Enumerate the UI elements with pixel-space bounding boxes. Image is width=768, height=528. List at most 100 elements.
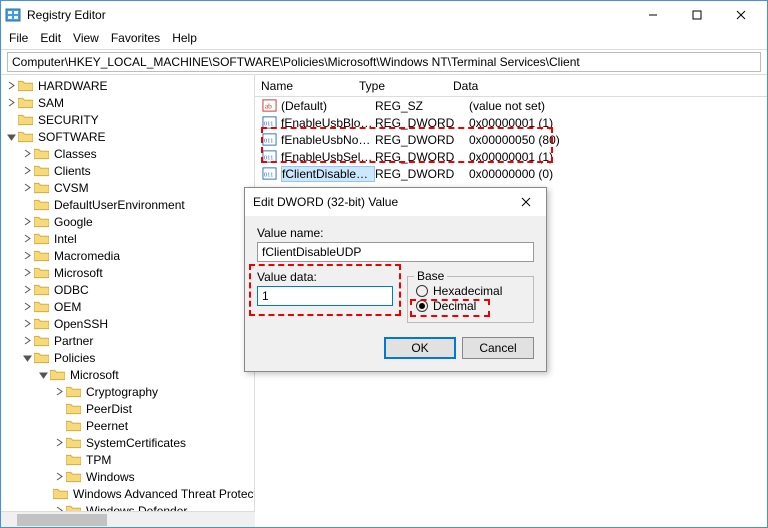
tree-google[interactable]: Google (21, 213, 254, 230)
dialog-buttons: OK Cancel (245, 327, 546, 371)
value-data-input[interactable] (257, 286, 393, 306)
window-title: Registry Editor (27, 8, 631, 22)
value-data: 0x00000000 (0) (469, 167, 765, 181)
svg-text:011: 011 (263, 154, 273, 161)
minimize-button[interactable] (631, 1, 675, 29)
folder-icon (33, 317, 49, 331)
folder-icon (33, 266, 49, 280)
tree-cvsm[interactable]: CVSM (21, 179, 254, 196)
tree-security[interactable]: SECURITY (5, 111, 254, 128)
menu-edit[interactable]: Edit (40, 31, 61, 45)
folder-icon (17, 113, 33, 127)
folder-icon (33, 164, 49, 178)
string-value-icon: ab (261, 98, 277, 114)
folder-icon (65, 402, 81, 416)
folder-icon (65, 436, 81, 450)
tree-pane[interactable]: HARDWARE SAM SECURITY SOFTWARE Classes C… (1, 75, 255, 511)
value-row[interactable]: 011fEnableUsbBloc...REG_DWORD0x00000001 … (257, 114, 765, 131)
tree-syscert[interactable]: SystemCertificates (53, 434, 254, 451)
folder-icon (65, 385, 81, 399)
tree-sam[interactable]: SAM (5, 94, 254, 111)
close-button[interactable] (719, 1, 763, 29)
address-bar (1, 49, 767, 75)
dialog-body: Value name: Value data: Base Hexadecimal… (245, 216, 546, 327)
maximize-button[interactable] (675, 1, 719, 29)
tree-scrollbar-horizontal[interactable] (1, 511, 255, 527)
folder-icon (33, 198, 49, 212)
tree-intel[interactable]: Intel (21, 230, 254, 247)
tree-oem[interactable]: OEM (21, 298, 254, 315)
value-name: fClientDisableUDP (281, 166, 375, 182)
cancel-button[interactable]: Cancel (462, 337, 534, 359)
tree-policies[interactable]: Policies (21, 349, 254, 366)
tree-windows[interactable]: Windows (53, 468, 254, 485)
header-name[interactable]: Name (261, 79, 359, 93)
regedit-icon (5, 7, 21, 23)
tree-macromedia[interactable]: Macromedia (21, 247, 254, 264)
tree-partner[interactable]: Partner (21, 332, 254, 349)
value-row[interactable]: 011fEnableUsbNoA...REG_DWORD0x00000050 (… (257, 131, 765, 148)
value-row[interactable]: 011fClientDisableUDPREG_DWORD0x00000000 … (257, 165, 765, 182)
header-type[interactable]: Type (359, 79, 453, 93)
registry-editor-window: Registry Editor File Edit View Favorites… (0, 0, 768, 528)
svg-text:ab: ab (264, 101, 271, 110)
folder-icon (17, 130, 33, 144)
svg-text:011: 011 (263, 171, 273, 178)
radio-hexadecimal[interactable]: Hexadecimal (416, 284, 525, 298)
menu-help[interactable]: Help (172, 31, 197, 45)
window-controls (631, 1, 763, 29)
radio-icon (416, 285, 428, 297)
value-type: REG_DWORD (375, 133, 469, 147)
scrollbar-thumb[interactable] (17, 514, 107, 526)
folder-icon (17, 96, 33, 110)
menu-favorites[interactable]: Favorites (111, 31, 160, 45)
tree-microsoft-sw[interactable]: Microsoft (21, 264, 254, 281)
value-name-label: Value name: (257, 226, 534, 240)
folder-icon (65, 453, 81, 467)
address-input[interactable] (7, 52, 761, 72)
tree-microsoft[interactable]: Microsoft (37, 366, 254, 383)
tree-tpm[interactable]: TPM (53, 451, 254, 468)
menu-view[interactable]: View (73, 31, 99, 45)
dialog-title-bar[interactable]: Edit DWORD (32-bit) Value (245, 188, 546, 216)
folder-icon (33, 334, 49, 348)
value-name: (Default) (281, 99, 375, 113)
tree-peernet[interactable]: Peernet (53, 417, 254, 434)
tree-hardware[interactable]: HARDWARE (5, 77, 254, 94)
folder-icon (33, 249, 49, 263)
tree-cryptography[interactable]: Cryptography (53, 383, 254, 400)
tree-defender[interactable]: Windows Defender (53, 502, 254, 511)
tree-peerdist[interactable]: PeerDist (53, 400, 254, 417)
value-name-input[interactable] (257, 242, 534, 262)
value-name: fEnableUsbSelec... (281, 150, 375, 164)
header-data[interactable]: Data (453, 79, 767, 93)
dialog-close-button[interactable] (514, 192, 538, 212)
value-row[interactable]: ab(Default)REG_SZ(value not set) (257, 97, 765, 114)
tree-software[interactable]: SOFTWARE (5, 128, 254, 145)
value-name: fEnableUsbBloc... (281, 116, 375, 130)
value-data: 0x00000001 (1) (469, 150, 765, 164)
value-data: 0x00000001 (1) (469, 116, 765, 130)
folder-icon (33, 300, 49, 314)
radio-decimal[interactable]: Decimal (416, 299, 525, 313)
menu-file[interactable]: File (9, 31, 28, 45)
value-row[interactable]: 011fEnableUsbSelec...REG_DWORD0x00000001… (257, 148, 765, 165)
ok-button[interactable]: OK (384, 337, 456, 359)
folder-icon (65, 504, 81, 512)
svg-text:011: 011 (263, 137, 273, 144)
tree-openssh[interactable]: OpenSSH (21, 315, 254, 332)
title-bar: Registry Editor (1, 1, 767, 29)
tree-watp[interactable]: Windows Advanced Threat Protection (53, 485, 254, 502)
folder-icon (65, 470, 81, 484)
tree-defuserenv[interactable]: DefaultUserEnvironment (21, 196, 254, 213)
value-data-label: Value data: (257, 270, 393, 284)
dword-value-icon: 011 (261, 132, 277, 148)
folder-icon (49, 368, 65, 382)
folder-icon (53, 487, 68, 501)
tree-clients[interactable]: Clients (21, 162, 254, 179)
tree-classes[interactable]: Classes (21, 145, 254, 162)
value-data: (value not set) (469, 99, 765, 113)
base-legend: Base (414, 269, 447, 283)
svg-text:011: 011 (263, 120, 273, 127)
tree-odbc[interactable]: ODBC (21, 281, 254, 298)
